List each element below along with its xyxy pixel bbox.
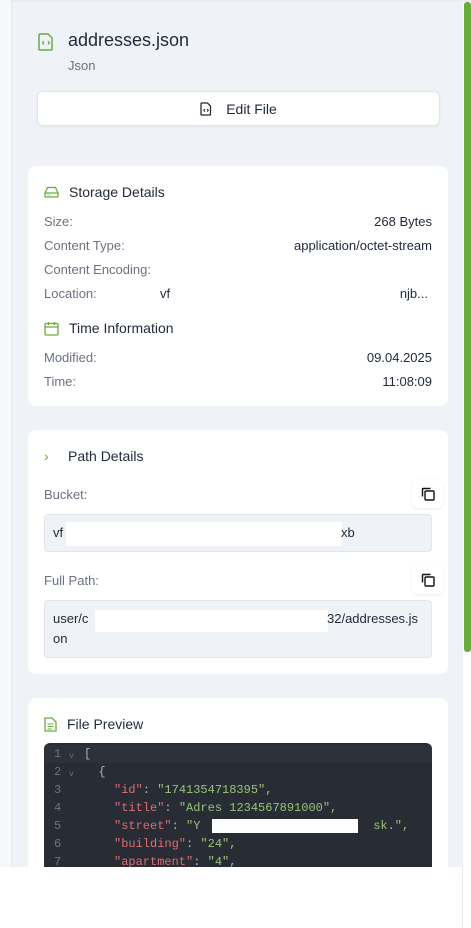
hard-drive-icon [44,186,59,198]
json-key: "apartment" [114,855,194,867]
bucket-field[interactable]: vf xb [44,514,432,552]
path-details-title: Path Details [68,448,144,464]
scrollbar-thumb[interactable] [464,2,471,652]
time-value: 11:08:09 [382,374,432,389]
line-number: 1 [54,747,62,761]
content-type-value: application/octet-stream [293,238,432,253]
code-line: 2v { [44,763,432,781]
copy-bucket-button[interactable] [412,480,443,508]
calendar-icon [44,321,59,336]
code-line: 1 v[ [44,745,432,763]
file-type: Json [68,58,96,73]
content-encoding-label: Content Encoding: [44,262,151,277]
file-preview-card: File Preview 1 v[ 2v { 3 "id": "1741354718… [28,698,448,867]
file-name: addresses.json [68,30,190,50]
modified-label: Modified: [44,350,97,365]
bucket-label: Bucket: [44,487,88,502]
storage-details-heading: Storage Details [44,184,165,200]
content-type-row: Content Type: application/octet-stream [44,238,432,253]
modified-value: 09.04.2025 [366,350,432,365]
full-path-label-row: Full Path: [44,573,432,588]
location-label: Location: [44,286,97,301]
code-line: 7 "apartment": "4", [44,853,432,867]
size-label: Size: [44,214,73,229]
edit-file-label: Edit File [226,100,277,117]
bucket-value-end: xb [341,525,355,540]
line-number: 7 [54,855,62,867]
edit-file-button[interactable]: Edit File [37,91,440,126]
code-line: 6 "building": "24", [54,837,237,851]
location-value-start: vf [160,286,171,301]
full-path-label: Full Path: [44,573,99,588]
json-value: "1741354718395", [157,783,273,797]
bucket-label-row: Bucket: [44,487,432,502]
path-details-heading[interactable]: › Path Details [44,448,143,464]
json-value-end: sk.", [366,819,410,833]
line-number: 2 [54,765,62,779]
code-text: { [84,765,106,779]
copy-full-path-button[interactable] [412,566,443,594]
storage-details-title: Storage Details [69,184,165,200]
full-path-value-start: user/c [53,611,89,626]
content-encoding-row: Content Encoding: [44,262,432,277]
left-pane-edge [0,0,12,867]
file-details-panel: addresses.json Json Edit File Storage De… [12,2,463,867]
modified-row: Modified: 09.04.2025 [44,350,432,365]
size-value: 268 Bytes [374,214,432,229]
json-value: "Adres 1234567891000", [178,801,338,815]
json-value: "24", [200,837,237,851]
json-key: "title" [114,801,165,815]
redacted-block [95,610,328,632]
line-number: 6 [54,837,62,851]
chevron-right-icon: › [44,448,49,464]
full-path-value-end: 32/addresses.js [327,611,419,626]
full-path-field[interactable]: user/c 32/addresses.js on [44,600,432,658]
time-label: Time: [44,374,77,389]
time-info-title: Time Information [69,320,174,336]
code-line: 3 "id": "1741354718395", [54,783,273,797]
code-preview[interactable]: 1 v[ 2v { 3 "id": "1741354718395", 4 "title… [44,743,432,867]
size-row: Size: 268 Bytes [44,214,432,229]
json-value: "4", [207,855,237,867]
line-number: 3 [54,783,62,797]
storage-details-card: Storage Details Size: 268 Bytes Content T… [28,166,448,406]
code-line: 4 "title": "Adres 1234567891000", [54,801,338,815]
copy-icon [421,573,435,587]
line-number: 5 [54,819,62,833]
json-value-start: "Y [186,819,201,833]
bucket-value-start: vf [53,525,64,540]
file-text-icon [44,716,57,732]
path-details-card: › Path Details Bucket: vf xb Full Path: … [28,430,448,674]
full-path-value-wrap: on [53,631,68,646]
edit-file-icon [200,101,212,116]
json-key: "street" [114,819,172,833]
redacted-block [66,522,342,546]
content-type-label: Content Type: [44,238,125,253]
line-number: 4 [54,801,62,815]
json-key: "id" [114,783,143,797]
bottom-blank-area [0,867,463,928]
json-file-icon [38,33,53,51]
time-info-heading: Time Information [44,320,174,336]
code-text: [ [84,747,92,761]
location-row: Location: vf njb... [44,286,432,301]
copy-icon [421,487,435,501]
location-value-end: njb... [399,286,428,301]
file-preview-title: File Preview [67,716,144,732]
time-row: Time: 11:08:09 [44,374,432,389]
redacted-block [212,819,358,833]
file-preview-heading: File Preview [44,716,143,732]
code-line: 5 "street": "Y sk.", [54,819,410,833]
json-key: "building" [114,837,187,851]
